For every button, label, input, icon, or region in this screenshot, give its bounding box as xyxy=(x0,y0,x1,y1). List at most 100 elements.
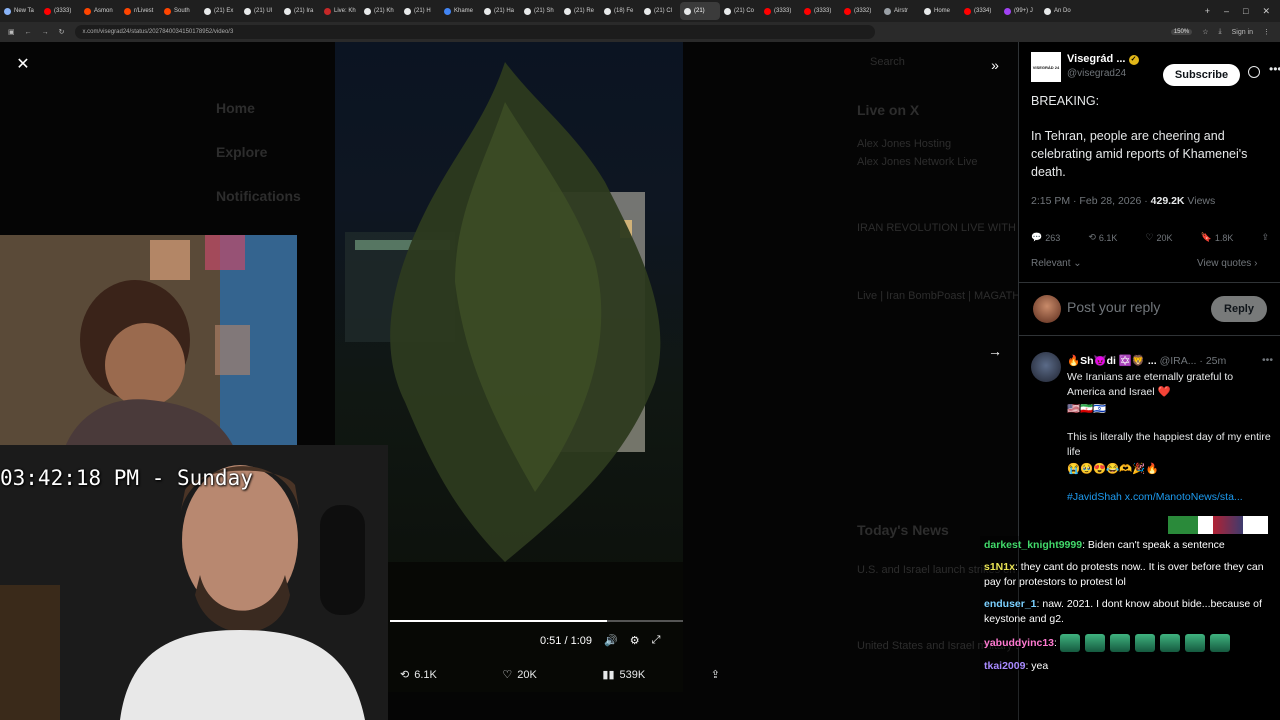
video-views[interactable]: ▮▮ 539K xyxy=(602,668,645,682)
download-icon[interactable]: ⤓ xyxy=(1218,28,1221,36)
tab-favicon-icon xyxy=(564,7,571,15)
maximize-icon[interactable]: □ xyxy=(1243,6,1248,17)
more-options-icon[interactable]: ••• xyxy=(1262,354,1273,366)
video-repost-button[interactable]: ⟲ 6.1K xyxy=(400,668,437,682)
next-media-button[interactable]: → xyxy=(984,340,1006,362)
forward-icon[interactable]: → xyxy=(42,29,49,36)
volume-icon[interactable]: 🔊 xyxy=(604,634,618,647)
webcam-overlay-guest xyxy=(0,235,297,464)
browser-tab[interactable]: (21) Ul xyxy=(240,2,280,20)
reply-button[interactable]: Reply xyxy=(1211,296,1267,322)
grok-icon[interactable] xyxy=(1248,66,1260,78)
sidebar-toggle-icon[interactable]: ▣ xyxy=(8,28,15,36)
new-tab-icon[interactable]: + xyxy=(1205,6,1210,17)
signin-button[interactable]: Sign in xyxy=(1232,29,1253,36)
browser-tab[interactable]: (21) Co xyxy=(720,2,760,20)
minimize-icon[interactable]: – xyxy=(1224,6,1229,17)
tab-favicon-icon xyxy=(684,7,691,15)
browser-tab[interactable]: Asmon xyxy=(80,2,120,20)
browser-tab[interactable]: Live: Kh xyxy=(320,2,360,20)
heart-icon: ♡ xyxy=(502,669,513,681)
browser-address-bar: ▣ ← → ↻ x.com/visegrad24/status/20278400… xyxy=(0,22,1280,42)
menu-icon[interactable]: ⋮ xyxy=(1263,28,1270,36)
browser-tab[interactable]: New Ta xyxy=(0,2,40,20)
author-handle[interactable]: @visegrad24 xyxy=(1067,68,1126,79)
reply-media-thumbnail[interactable] xyxy=(1168,516,1268,534)
chat-username[interactable]: tkai2009 xyxy=(984,660,1025,672)
avatar xyxy=(1033,295,1061,323)
author-name[interactable]: Visegrád ... ✓ xyxy=(1067,53,1139,65)
browser-tab[interactable]: (21) Sh xyxy=(520,2,560,20)
reply-time[interactable]: · 25m xyxy=(1199,355,1226,367)
close-window-icon[interactable]: ✕ xyxy=(1262,6,1270,17)
browser-tab[interactable]: (21) Ira xyxy=(280,2,320,20)
chat-username[interactable]: enduser_1 xyxy=(984,598,1037,610)
star-icon[interactable]: ☆ xyxy=(1202,28,1208,36)
tab-favicon-icon xyxy=(604,7,611,15)
tab-label: New Ta xyxy=(14,8,34,14)
close-media-button[interactable]: ✕ xyxy=(12,54,34,76)
video-progress-bar[interactable] xyxy=(390,620,683,622)
browser-tab[interactable]: r/Livest xyxy=(120,2,160,20)
reply-sort-dropdown[interactable]: Relevant ⌄ xyxy=(1031,258,1082,269)
chat-username[interactable]: s1N1x xyxy=(984,561,1015,573)
tab-label: An Do xyxy=(1054,8,1071,14)
browser-tab[interactable]: (21) Cl xyxy=(640,2,680,20)
browser-tab[interactable]: (3332) xyxy=(840,2,880,20)
chat-username[interactable]: yabuddyinc13 xyxy=(984,637,1054,649)
avatar[interactable] xyxy=(1031,352,1061,382)
collapse-panel-button[interactable]: » xyxy=(984,54,1006,76)
browser-tab[interactable]: (21) Kh xyxy=(360,2,400,20)
tab-label: (3333) xyxy=(54,8,72,14)
reply-author-handle[interactable]: @IRA... xyxy=(1160,355,1197,367)
tab-favicon-icon xyxy=(204,7,211,15)
like-action[interactable]: ♡ 20K xyxy=(1145,232,1172,243)
tab-favicon-icon xyxy=(964,7,971,15)
browser-tab[interactable]: (3333) xyxy=(800,2,840,20)
tab-favicon-icon xyxy=(1044,7,1051,15)
url-field[interactable]: x.com/visegrad24/status/2027840034150178… xyxy=(74,25,875,39)
more-options-icon[interactable]: ••• xyxy=(1269,62,1280,76)
reply-input[interactable]: Post your reply xyxy=(1067,299,1160,315)
tab-label: (21) Re xyxy=(574,8,595,14)
tweet-paragraph: In Tehran, people are cheering and celeb… xyxy=(1031,129,1248,179)
tweet-timestamp[interactable]: 2:15 PM · Feb 28, 2026 · xyxy=(1031,195,1151,207)
tab-label: (21) Ha xyxy=(494,8,515,14)
chat-username[interactable]: darkest_knight9999 xyxy=(984,539,1082,551)
settings-icon[interactable]: ⚙ xyxy=(630,634,640,647)
share-action[interactable]: ⇪ xyxy=(1261,232,1269,243)
browser-tab[interactable]: (21) Ha xyxy=(480,2,520,20)
reload-icon[interactable]: ↻ xyxy=(59,28,65,36)
bg-live-item: Live | Iran BombPoast | MAGATHON xyxy=(857,290,1037,302)
browser-tab[interactable]: (21) Re xyxy=(560,2,600,20)
browser-tab[interactable]: (3333) xyxy=(760,2,800,20)
view-quotes-link[interactable]: View quotes › xyxy=(1197,258,1257,269)
bookmark-action[interactable]: 🔖 1.8K xyxy=(1201,232,1234,243)
reply-author-name[interactable]: 🔥Sh😈di ✡️🦁 ... xyxy=(1067,355,1157,367)
chat-emote-icon xyxy=(1134,634,1155,652)
fullscreen-icon[interactable]: ⤢ xyxy=(652,634,661,647)
reply-link[interactable]: #JavidShah x.com/ManotoNews/sta... xyxy=(1067,490,1273,505)
back-icon[interactable]: ← xyxy=(25,29,32,36)
browser-tab[interactable]: (21) Ex xyxy=(200,2,240,20)
subscribe-button[interactable]: Subscribe xyxy=(1163,64,1240,86)
browser-tab[interactable]: Airstr xyxy=(880,2,920,20)
video-like-button[interactable]: ♡ 20K xyxy=(502,668,536,682)
zoom-level[interactable]: 150% xyxy=(1170,29,1193,35)
reply-action[interactable]: 💬 263 xyxy=(1031,232,1060,243)
bg-search-label: Search xyxy=(870,56,905,68)
browser-tab[interactable]: (99+) J xyxy=(1000,2,1040,20)
browser-tab[interactable]: (21) H xyxy=(400,2,440,20)
browser-tab[interactable]: South xyxy=(160,2,200,20)
browser-tab[interactable]: (3333) xyxy=(40,2,80,20)
browser-tab[interactable]: (21) xyxy=(680,2,720,20)
tab-favicon-icon xyxy=(124,7,131,15)
browser-tab[interactable]: (3334) xyxy=(960,2,1000,20)
avatar[interactable]: VISEGRÁD 24 xyxy=(1031,52,1061,82)
browser-tab[interactable]: An Do xyxy=(1040,2,1080,20)
repost-action[interactable]: ⟲ 6.1K xyxy=(1088,232,1117,243)
browser-tab[interactable]: Home xyxy=(920,2,960,20)
browser-tab[interactable]: Khame xyxy=(440,2,480,20)
browser-tab[interactable]: (18) Fe xyxy=(600,2,640,20)
video-share-button[interactable]: ⇪ xyxy=(711,668,720,681)
